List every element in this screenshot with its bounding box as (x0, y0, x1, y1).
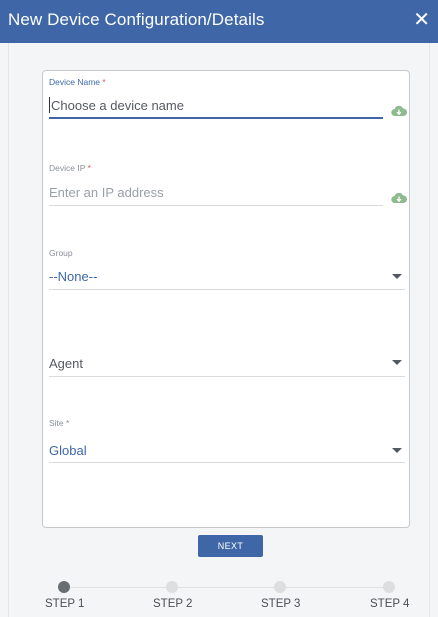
device-ip-label-text: Device IP (49, 163, 86, 173)
chevron-down-icon[interactable] (392, 274, 402, 279)
stepper-track (64, 587, 387, 588)
dialog-titlebar: New Device Configuration/Details ✕ (0, 0, 438, 43)
device-form-card: Device Name * Choose a device name Devic… (42, 70, 410, 528)
chevron-down-icon[interactable] (392, 360, 402, 365)
step-1-dot (58, 581, 70, 593)
device-name-underline (49, 117, 383, 119)
step-4-label: STEP 4 (370, 598, 410, 610)
agent-selected-value: Agent (49, 356, 83, 371)
group-label: Group (49, 248, 73, 258)
required-mark: * (102, 77, 106, 87)
step-1-label: STEP 1 (45, 598, 85, 610)
site-select[interactable]: Site * Global (49, 418, 405, 464)
device-ip-field: Device IP * Enter an IP address (49, 163, 407, 207)
required-mark: * (66, 418, 70, 428)
site-label-text: Site (49, 418, 64, 428)
agent-underline (49, 376, 405, 377)
cloud-download-icon[interactable] (391, 105, 407, 117)
chevron-down-icon[interactable] (392, 448, 402, 453)
agent-select[interactable]: Agent (49, 354, 405, 378)
device-name-input[interactable]: Choose a device name (51, 98, 184, 113)
device-name-field: Device Name * Choose a device name (49, 77, 407, 121)
device-ip-underline (49, 205, 383, 206)
step-2-dot (166, 581, 178, 593)
step-3-dot (274, 581, 286, 593)
device-config-dialog: New Device Configuration/Details ✕ Devic… (0, 0, 438, 617)
site-label: Site * (49, 418, 69, 428)
device-ip-input[interactable]: Enter an IP address (49, 185, 164, 200)
step-2-label: STEP 2 (153, 598, 193, 610)
close-icon[interactable]: ✕ (413, 9, 430, 31)
group-underline (49, 289, 405, 290)
device-name-label-text: Device Name (49, 77, 101, 87)
group-selected-value: --None-- (49, 269, 98, 284)
required-mark: * (87, 163, 91, 173)
next-button[interactable]: NEXT (198, 535, 263, 557)
site-underline (49, 462, 405, 463)
step-4-dot (383, 581, 395, 593)
group-select[interactable]: Group --None-- (49, 248, 405, 292)
device-ip-label: Device IP * (49, 163, 91, 173)
dialog-title: New Device Configuration/Details (8, 10, 265, 29)
device-name-label: Device Name * (49, 77, 106, 87)
step-3-label: STEP 3 (261, 598, 301, 610)
text-caret (49, 97, 50, 113)
site-selected-value: Global (49, 443, 87, 458)
cloud-download-icon[interactable] (391, 192, 407, 204)
